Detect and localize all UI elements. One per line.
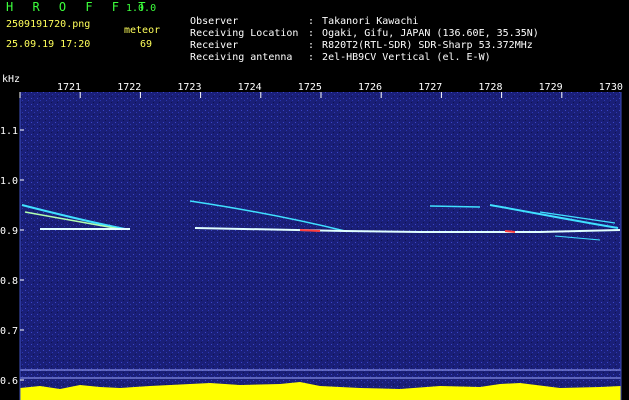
info-key: Receiving antenna bbox=[190, 52, 293, 63]
time-tick-label: 1724 bbox=[238, 82, 262, 93]
app-version: 1.0.0 bbox=[126, 3, 157, 14]
freq-tick-label: 0.7 bbox=[0, 326, 18, 337]
freq-tick-label: 1.1 bbox=[0, 126, 18, 137]
carrier-hot-spot bbox=[299, 229, 321, 232]
meteor-trace bbox=[429, 205, 481, 208]
time-tick-label: 1730 bbox=[599, 82, 623, 93]
time-tick-label: 1727 bbox=[418, 82, 442, 93]
spectrogram: 1721 1722 1723 1724 1725 1726 1727 1728 1729 1730… bbox=[0, 74, 623, 400]
info-row-antenna: Receiving antenna:2el-HB9CV Vertical (el… bbox=[190, 52, 491, 63]
time-tick-label: 1721 bbox=[57, 82, 81, 93]
file-name: 2509191720.png bbox=[6, 19, 91, 30]
time-tick-label: 1729 bbox=[539, 82, 563, 93]
time-tick-label: 1726 bbox=[358, 82, 382, 93]
time-tick-label: 1723 bbox=[177, 82, 201, 93]
meteor-count: 69 bbox=[140, 39, 153, 50]
time-tick-label: 1725 bbox=[298, 82, 322, 93]
freq-tick-label: 1.0 bbox=[0, 176, 18, 187]
datetime: 25.09.19 17:20 bbox=[6, 39, 91, 50]
freq-tick-label: 0.6 bbox=[0, 376, 18, 387]
unit-label: kHz bbox=[2, 74, 20, 85]
carrier-hot-spot bbox=[504, 230, 516, 233]
time-tick-label: 1722 bbox=[117, 82, 141, 93]
spectrogram-background bbox=[20, 92, 621, 400]
time-tick-label: 1728 bbox=[478, 82, 502, 93]
freq-tick-label: 0.9 bbox=[0, 226, 18, 237]
info-value: 2el-HB9CV Vertical (el. E-W) bbox=[322, 52, 491, 63]
freq-tick-label: 0.8 bbox=[0, 276, 18, 287]
meteor-label: meteor bbox=[124, 25, 161, 36]
